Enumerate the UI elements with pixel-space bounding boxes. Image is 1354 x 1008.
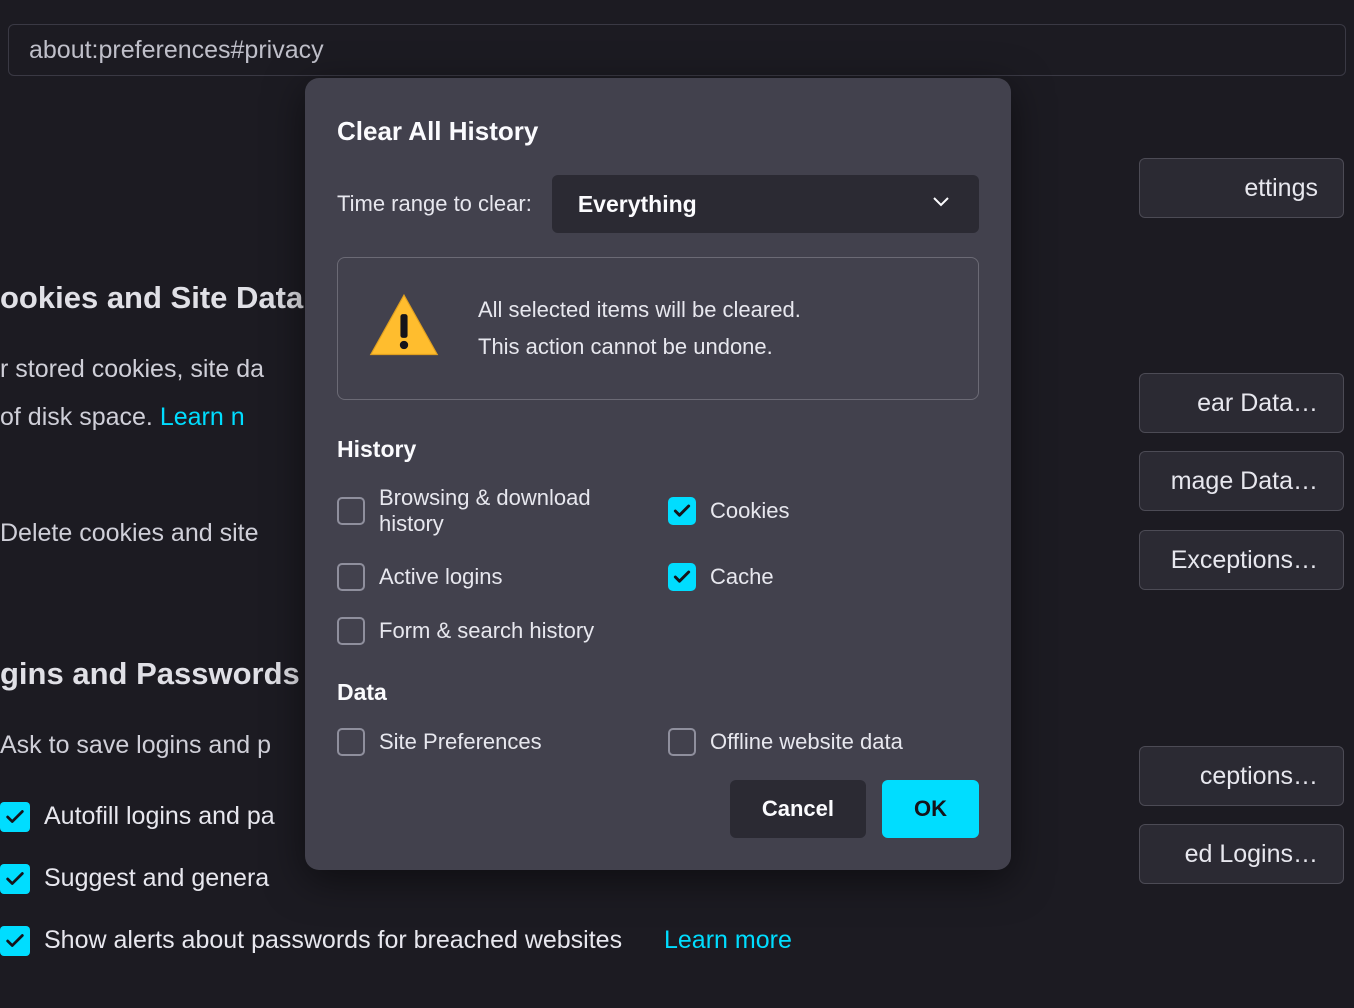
saved-logins-button[interactable]: ed Logins… <box>1139 824 1344 884</box>
checkbox-icon[interactable] <box>337 728 365 756</box>
checkbox-icon[interactable] <box>337 497 365 525</box>
manage-data-button[interactable]: mage Data… <box>1139 451 1344 511</box>
checkbox-icon[interactable] <box>337 563 365 591</box>
offline-data-check[interactable]: Offline website data <box>668 728 979 756</box>
site-preferences-check[interactable]: Site Preferences <box>337 728 648 756</box>
time-range-row: Time range to clear: Everything <box>337 175 979 233</box>
button-label: mage Data… <box>1171 467 1318 496</box>
checkbox-label: Cookies <box>710 498 789 524</box>
button-label: ceptions… <box>1200 762 1318 791</box>
active-logins-check[interactable]: Active logins <box>337 563 648 591</box>
checkbox-icon[interactable] <box>668 728 696 756</box>
time-range-value: Everything <box>578 191 697 218</box>
checkbox-checked-icon[interactable] <box>0 926 30 956</box>
checkbox-label: Active logins <box>379 564 503 590</box>
button-label: ettings <box>1244 174 1318 203</box>
checkbox-checked-icon[interactable] <box>668 497 696 525</box>
exceptions-button-2[interactable]: ceptions… <box>1139 746 1344 806</box>
warning-text: All selected items will be cleared. This… <box>478 292 801 365</box>
history-checks: Browsing & download history Cookies Acti… <box>337 485 979 645</box>
settings-button[interactable]: ettings <box>1139 158 1344 218</box>
cancel-button[interactable]: Cancel <box>730 780 866 838</box>
exceptions-button[interactable]: Exceptions… <box>1139 530 1344 590</box>
ok-button[interactable]: OK <box>882 780 979 838</box>
clear-history-dialog: Clear All History Time range to clear: E… <box>305 78 1011 870</box>
checkbox-label: Suggest and genera <box>44 864 269 893</box>
data-checks: Site Preferences Offline website data <box>337 728 979 756</box>
button-label: ed Logins… <box>1185 840 1318 869</box>
delete-cookies-text: Delete cookies and site <box>0 510 258 558</box>
learn-more-link[interactable]: Learn n <box>160 403 245 431</box>
cookies-description: r stored cookies, site da of disk space.… <box>0 346 303 441</box>
checkbox-checked-icon[interactable] <box>0 802 30 832</box>
warning-box: All selected items will be cleared. This… <box>337 257 979 400</box>
url-bar[interactable]: about:preferences#privacy <box>8 24 1346 76</box>
url-text: about:preferences#privacy <box>29 36 324 65</box>
time-range-label: Time range to clear: <box>337 191 532 217</box>
button-label: Exceptions… <box>1171 546 1318 575</box>
checkbox-label: Form & search history <box>379 618 594 644</box>
warning-icon <box>366 288 442 369</box>
browsing-history-check[interactable]: Browsing & download history <box>337 485 648 537</box>
cookies-check[interactable]: Cookies <box>668 485 979 537</box>
history-section-label: History <box>337 436 979 463</box>
clear-data-button[interactable]: ear Data… <box>1139 373 1344 433</box>
data-section-label: Data <box>337 679 979 706</box>
cache-check[interactable]: Cache <box>668 563 979 591</box>
checkbox-icon[interactable] <box>337 617 365 645</box>
cookies-section-title: ookies and Site Data <box>0 280 303 316</box>
chevron-down-icon <box>929 189 953 219</box>
checkbox-checked-icon[interactable] <box>0 864 30 894</box>
checkbox-label: Cache <box>710 564 774 590</box>
checkbox-label: Show alerts about passwords for breached… <box>44 926 622 955</box>
dialog-buttons: Cancel OK <box>337 780 979 838</box>
button-label: ear Data… <box>1197 389 1318 418</box>
dialog-title: Clear All History <box>337 116 979 147</box>
time-range-select[interactable]: Everything <box>552 175 979 233</box>
checkbox-label: Site Preferences <box>379 729 542 755</box>
form-history-check[interactable]: Form & search history <box>337 617 648 645</box>
breached-check-row[interactable]: Show alerts about passwords for breached… <box>0 926 792 956</box>
checkbox-checked-icon[interactable] <box>668 563 696 591</box>
checkbox-label: Offline website data <box>710 729 903 755</box>
checkbox-label: Autofill logins and pa <box>44 802 275 831</box>
learn-more-link[interactable]: Learn more <box>664 926 792 955</box>
checkbox-label: Browsing & download history <box>379 485 648 537</box>
